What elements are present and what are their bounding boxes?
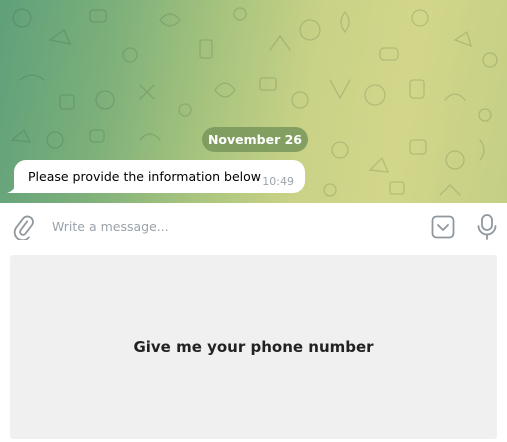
message-time: 10:49: [262, 175, 294, 188]
chat-background: November 26 Please provide the informati…: [0, 0, 507, 203]
paperclip-icon[interactable]: [10, 214, 36, 242]
message-composer: [0, 203, 507, 249]
message-bubble: Please provide the information below 10:…: [7, 160, 305, 193]
bubble-tail: [7, 183, 17, 193]
reply-keyboard: Give me your phone number: [0, 249, 507, 442]
reply-button-phone-number[interactable]: Give me your phone number: [10, 255, 497, 439]
microphone-icon[interactable]: [476, 213, 498, 241]
keyboard-toggle-icon[interactable]: [431, 215, 455, 239]
message-text: Please provide the information below: [28, 169, 262, 184]
message-input[interactable]: [44, 213, 414, 239]
date-separator: November 26: [202, 127, 308, 152]
